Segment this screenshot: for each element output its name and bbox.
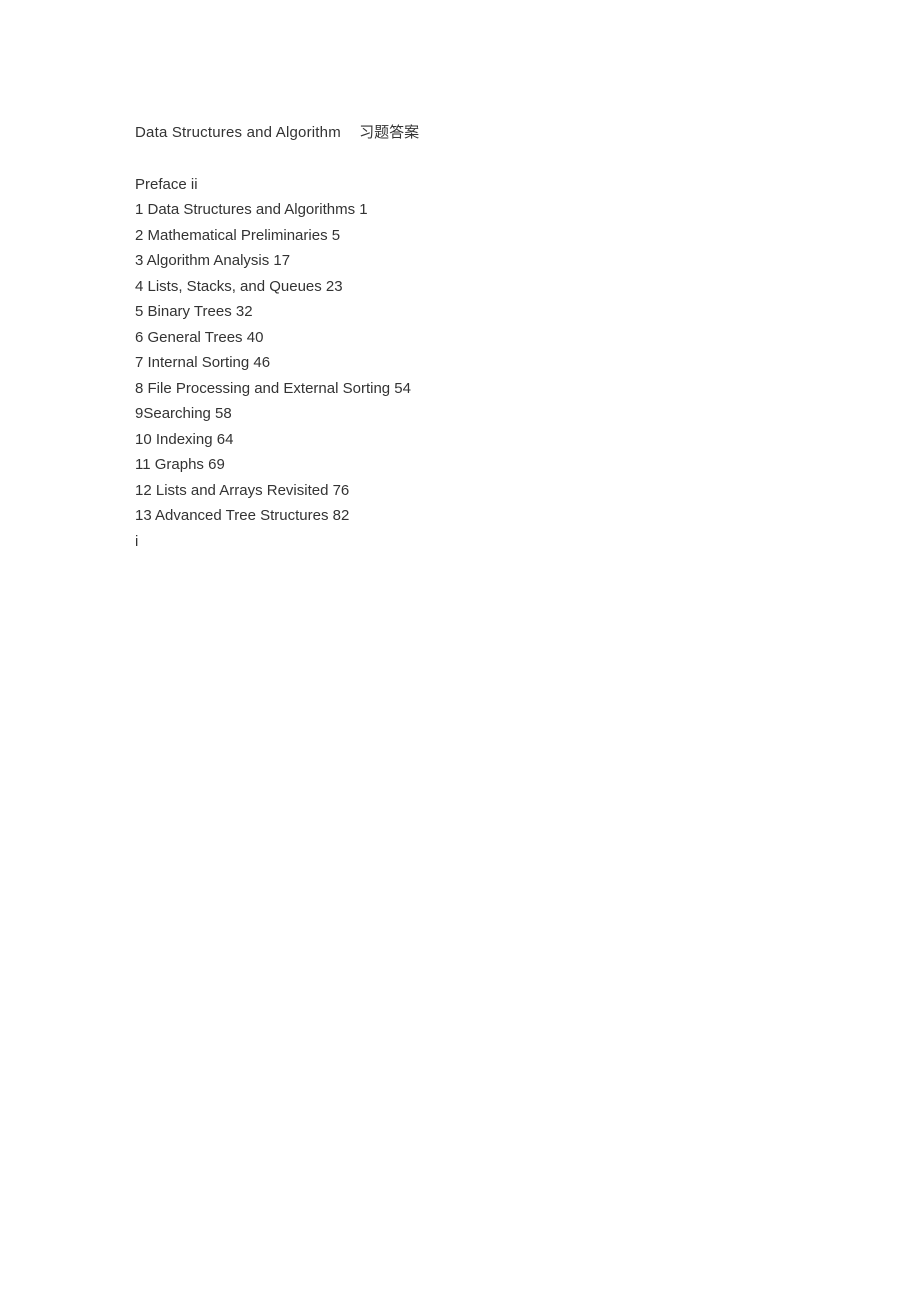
toc-entry: 11 Graphs 69 xyxy=(135,452,785,478)
table-of-contents: Preface ii 1 Data Structures and Algorit… xyxy=(135,172,785,555)
toc-entry: 13 Advanced Tree Structures 82 xyxy=(135,503,785,529)
toc-entry: 8 File Processing and External Sorting 5… xyxy=(135,376,785,402)
toc-entry: 7 Internal Sorting 46 xyxy=(135,350,785,376)
toc-entry: 5 Binary Trees 32 xyxy=(135,299,785,325)
title-english: Data Structures and Algorithm xyxy=(135,124,341,141)
title-chinese: 习题答案 xyxy=(359,124,419,141)
toc-entry: 6 General Trees 40 xyxy=(135,325,785,351)
toc-entry: 1 Data Structures and Algorithms 1 xyxy=(135,197,785,223)
toc-entry: 3 Algorithm Analysis 17 xyxy=(135,248,785,274)
toc-entry: 12 Lists and Arrays Revisited 76 xyxy=(135,478,785,504)
toc-entry: 4 Lists, Stacks, and Queues 23 xyxy=(135,274,785,300)
toc-entry: 9Searching 58 xyxy=(135,401,785,427)
toc-entry: i xyxy=(135,529,785,555)
toc-entry: 2 Mathematical Preliminaries 5 xyxy=(135,223,785,249)
toc-entry: 10 Indexing 64 xyxy=(135,427,785,453)
document-title: Data Structures and Algorithm 习题答案 xyxy=(135,120,785,146)
toc-entry: Preface ii xyxy=(135,172,785,198)
